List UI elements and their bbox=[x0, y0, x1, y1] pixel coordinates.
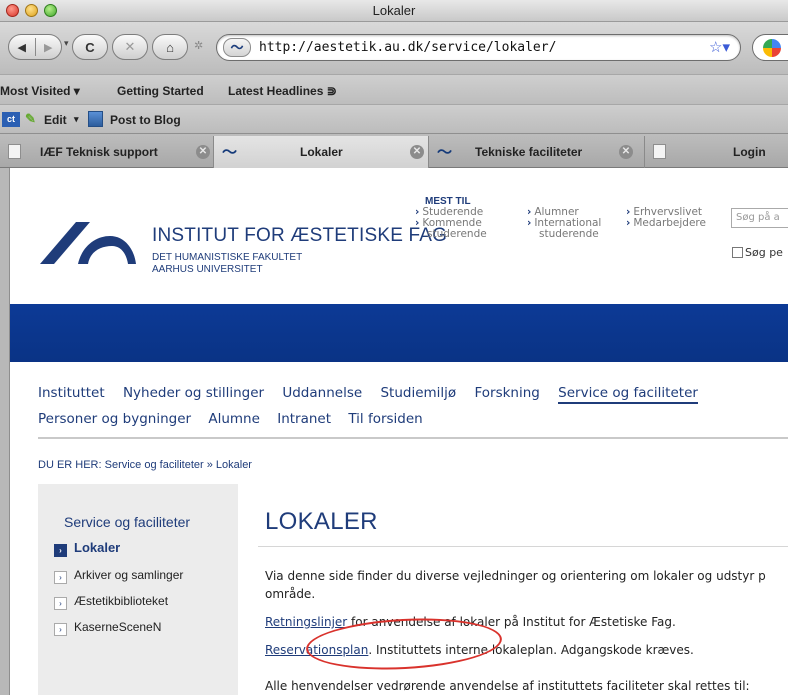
search-engine-box[interactable] bbox=[752, 34, 788, 61]
audience-link-kommende-cont[interactable]: studerende bbox=[415, 229, 487, 240]
sidebar-item-biblioteket[interactable]: › Æstetikbiblioteket bbox=[54, 594, 168, 610]
title-divider bbox=[258, 546, 788, 547]
tab-bar: IÆF Teknisk support ✕ 〜 Lokaler ✕ 〜 Tekn… bbox=[0, 133, 788, 168]
back-forward-buttons: ◀ ▶ bbox=[8, 34, 62, 60]
bookmark-most-visited[interactable]: Most Visited ▾ bbox=[0, 84, 80, 98]
nav-personer[interactable]: Personer og bygninger bbox=[38, 411, 191, 427]
nav-forsiden[interactable]: Til forsiden bbox=[348, 411, 422, 427]
tab-teknisk-support[interactable]: IÆF Teknisk support ✕ bbox=[0, 136, 214, 168]
intro-line-1: Via denne side finder du diverse vejledn… bbox=[265, 569, 766, 583]
nav-nyheder[interactable]: Nyheder og stillinger bbox=[123, 385, 264, 401]
chevron-right-icon: › bbox=[54, 571, 67, 584]
nav-studiemiljo[interactable]: Studiemiljø bbox=[380, 385, 456, 401]
close-tab-icon[interactable]: ✕ bbox=[196, 145, 210, 159]
close-tab-icon[interactable]: ✕ bbox=[410, 145, 424, 159]
nav-uddannelse[interactable]: Uddannelse bbox=[282, 385, 362, 401]
edit-dropdown-icon[interactable]: ▾ bbox=[74, 114, 79, 125]
window-title: Lokaler bbox=[372, 3, 416, 18]
web-page: INSTITUT FOR ÆSTETISKE FAG DET HUMANISTI… bbox=[10, 168, 788, 695]
chevron-right-icon: › bbox=[54, 623, 67, 636]
home-button[interactable]: ⌂ bbox=[152, 34, 188, 60]
nav-alumne[interactable]: Alumne bbox=[208, 411, 260, 427]
navigation-toolbar: ◀ ▶ ▾ C ✕ ⌂ ✲ 〜 http://aestetik.au.dk/se… bbox=[0, 22, 788, 74]
stop-button[interactable]: ✕ bbox=[112, 34, 148, 60]
blog-toolbar: ct ✎ Edit ▾ Post to Blog bbox=[0, 104, 788, 133]
header-banner bbox=[10, 304, 788, 362]
secondary-navigation: Personer og bygninger Alumne Intranet Ti… bbox=[38, 411, 436, 427]
close-tab-icon[interactable]: ✕ bbox=[619, 145, 633, 159]
address-url[interactable]: http://aestetik.au.dk/service/lokaler/ bbox=[259, 40, 556, 55]
nav-intranet[interactable]: Intranet bbox=[277, 411, 331, 427]
checkbox-icon[interactable] bbox=[732, 247, 743, 258]
tab-label: Tekniske faciliteter bbox=[475, 145, 583, 159]
institute-title[interactable]: INSTITUT FOR ÆSTETISKE FAG bbox=[152, 225, 447, 247]
google-icon bbox=[763, 39, 781, 57]
site-favicon-icon[interactable]: 〜 bbox=[223, 38, 251, 57]
audience-link-international-cont[interactable]: studerende bbox=[527, 229, 601, 240]
guidelines-link[interactable]: Retningslinjer bbox=[265, 615, 347, 629]
audience-links-col3: › Erhvervslivet › Medarbejdere bbox=[626, 207, 706, 229]
post-to-blog-button[interactable]: Post to Blog bbox=[110, 113, 181, 127]
page-title: LOKALER bbox=[265, 508, 378, 535]
back-icon[interactable]: ◀ bbox=[9, 41, 35, 54]
chevron-right-icon: › bbox=[54, 597, 67, 610]
nav-service[interactable]: Service og faciliteter bbox=[558, 385, 698, 404]
university-name: AARHUS UNIVERSITET bbox=[152, 264, 263, 275]
au-logo-icon: 〜 bbox=[437, 144, 453, 161]
page-icon bbox=[653, 144, 666, 159]
post-to-blog-icon[interactable] bbox=[88, 111, 103, 127]
forward-icon[interactable]: ▶ bbox=[35, 41, 61, 54]
rss-icon: ✲ bbox=[194, 40, 204, 52]
sidebar-item-kasernescenen[interactable]: › KaserneSceneN bbox=[54, 620, 161, 636]
contact-paragraph: Alle henvendelser vedrørende anvendelse … bbox=[265, 679, 750, 693]
audience-links-col2: › Alumner › International studerende bbox=[527, 207, 601, 240]
audience-link-medarbejdere[interactable]: › Medarbejdere bbox=[626, 218, 706, 229]
bookmark-star-icon[interactable]: ☆▾ bbox=[709, 38, 730, 56]
au-logo-icon: 〜 bbox=[222, 144, 238, 161]
window-titlebar: Lokaler bbox=[0, 0, 788, 22]
sidebar-heading[interactable]: Service og faciliteter bbox=[64, 514, 190, 530]
tab-tekniske-faciliteter[interactable]: 〜 Tekniske faciliteter ✕ bbox=[429, 136, 645, 168]
address-bar[interactable]: 〜 http://aestetik.au.dk/service/lokaler/… bbox=[216, 34, 741, 61]
main-navigation: Instituttet Nyheder og stillinger Uddann… bbox=[38, 385, 712, 404]
sidebar-item-arkiver[interactable]: › Arkiver og samlinger bbox=[54, 568, 183, 584]
bookmark-latest-headlines[interactable]: Latest Headlines ⋑ bbox=[228, 84, 337, 98]
ct-icon[interactable]: ct bbox=[2, 112, 20, 127]
nav-instituttet[interactable]: Instituttet bbox=[38, 385, 105, 401]
edit-button[interactable]: Edit bbox=[44, 113, 67, 127]
edit-pencil-icon[interactable]: ✎ bbox=[25, 111, 36, 127]
au-logo-icon[interactable] bbox=[38, 220, 138, 266]
sidebar: Service og faciliteter › Lokaler › Arkiver… bbox=[38, 484, 238, 695]
sidebar-item-lokaler[interactable]: › Lokaler bbox=[54, 540, 120, 557]
bookmark-getting-started[interactable]: Getting Started bbox=[117, 84, 204, 98]
intro-line-2: område. bbox=[265, 587, 316, 601]
tab-lokaler[interactable]: 〜 Lokaler ✕ bbox=[214, 136, 429, 168]
tab-login[interactable]: Login bbox=[645, 136, 788, 168]
audience-links-col1: › Studerende › Kommende studerende bbox=[415, 207, 487, 240]
reload-button[interactable]: C bbox=[72, 34, 108, 60]
search-checkbox-label: Søg pe bbox=[745, 246, 783, 259]
window-left-edge bbox=[0, 168, 10, 695]
faculty-name: DET HUMANISTISKE FAKULTET bbox=[152, 252, 303, 263]
page-icon bbox=[8, 144, 21, 159]
breadcrumb[interactable]: DU ER HER: Service og faciliteter » Loka… bbox=[38, 459, 252, 471]
nav-divider bbox=[38, 437, 788, 439]
nav-forskning[interactable]: Forskning bbox=[474, 385, 539, 401]
site-search-input[interactable]: Søg på a bbox=[731, 208, 788, 228]
tab-label: Login bbox=[733, 145, 766, 159]
chevron-right-icon: › bbox=[54, 544, 67, 557]
bookmarks-bar: Most Visited ▾ Getting Started Latest He… bbox=[0, 74, 788, 104]
tab-label: Lokaler bbox=[300, 145, 343, 159]
search-checkbox[interactable]: Søg pe bbox=[732, 246, 783, 259]
tab-label: IÆF Teknisk support bbox=[40, 145, 158, 159]
history-dropdown-icon[interactable]: ▾ bbox=[64, 38, 69, 49]
